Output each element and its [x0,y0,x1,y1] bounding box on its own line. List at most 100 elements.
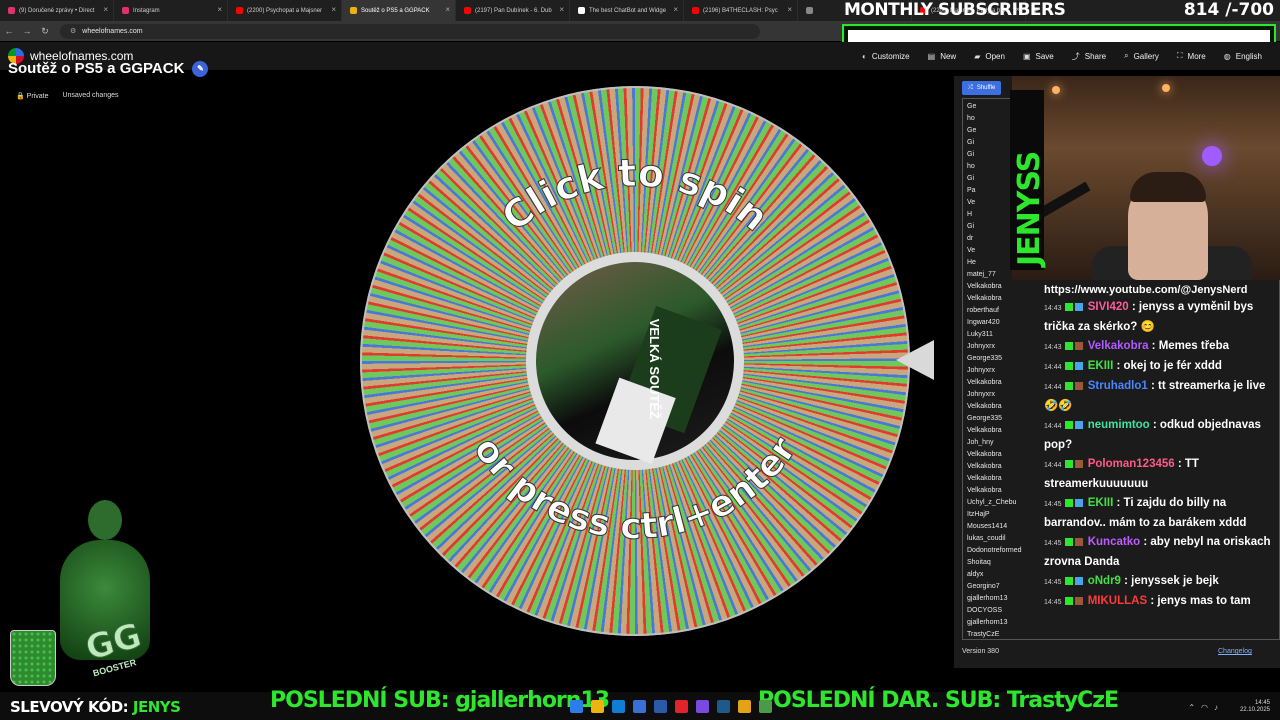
chat-text: : jenyssek je bejk [1120,575,1219,587]
menu-save[interactable]: ▣ Save [1023,52,1054,61]
tab-favicon [464,7,471,14]
subscriber-badge-icon [1064,596,1073,605]
chat-text: : okej to je fér xddd [1113,360,1222,372]
changelog-link[interactable]: Changelog [1218,648,1252,655]
browser-tab[interactable]: Instagram × [114,0,228,21]
chat-message: 14:43 Velkakobra : Memes třeba [1044,337,1276,357]
private-badge[interactable]: 🔒 Private [16,92,48,100]
wheel[interactable]: VELKÁ SOUTĚŽ Click to spin or press ctrl… [360,86,910,636]
chat-badge-icon [1074,537,1083,546]
subscriber-badge-icon [1064,420,1073,429]
menu-label: Open [985,51,1005,61]
subscriber-badge-icon [1064,302,1073,311]
globe-icon: ◍ [1223,51,1231,61]
browser-tab[interactable]: Soutěž o PS5 a GGPACK × [342,0,456,21]
chat-badge-icon [1074,459,1083,468]
windows-start-icon[interactable] [570,700,583,713]
streamer-hair [1130,172,1206,202]
chat-timestamp: 14:44 [1044,384,1062,391]
site-info-icon[interactable]: ⚙ [70,27,76,35]
browser-tab[interactable]: (9) Doručené zprávy • Direct × [0,0,114,21]
palette-icon: ◐ [861,51,867,61]
chat-username[interactable]: oNdr9 [1085,575,1121,587]
save-icon: ▣ [1022,51,1031,61]
menu-label: More [1187,51,1206,61]
tab-favicon [8,7,15,14]
shuffle-button[interactable]: ⤮ Shuffle [962,81,1002,95]
chat-badge-icon [1074,381,1083,390]
app-icon[interactable] [654,700,667,713]
close-icon[interactable]: × [559,5,564,14]
menu-gallery[interactable]: ⌕ Gallery [1124,51,1159,61]
chat-badge-icon [1074,361,1083,370]
file-explorer-icon[interactable] [591,700,604,713]
close-icon[interactable]: × [787,5,792,14]
contest-poster: VELKÁ SOUTĚŽ [526,252,744,470]
unsaved-changes-label: Unsaved changes [62,92,119,99]
tab-label: (2197) Pan Dubínek - 6. Dub [475,7,552,14]
edge-icon[interactable] [612,700,625,713]
chat-timestamp: 14:44 [1044,423,1062,430]
chat-username[interactable]: neumimtoo [1085,419,1150,431]
close-icon[interactable]: × [217,5,222,14]
close-icon[interactable]: × [103,5,108,14]
tab-favicon [578,7,585,14]
app-icon[interactable] [675,700,688,713]
menu-english[interactable]: ◍ English [1224,52,1262,61]
chat-username[interactable]: Velkakobra [1085,340,1149,352]
menu-new[interactable]: ▤ New [928,52,957,61]
forward-icon[interactable]: → [18,26,36,36]
store-icon[interactable] [633,700,646,713]
last-subscriber: POSLEDNÍ SUB: gjallerhorn13 [270,688,610,713]
clock-time: 14:45 [1254,700,1270,706]
chat-username[interactable]: EKIII [1085,497,1114,509]
chat-username[interactable]: EKIII [1085,360,1114,372]
edit-title-icon[interactable]: ✎ [192,61,209,78]
chrome-icon[interactable] [738,700,751,713]
steam-icon[interactable] [717,700,730,713]
page-title-row: Soutěž o PS5 a GGPACK ✎ [8,60,209,78]
mascot-head [88,500,122,540]
browser-tab[interactable]: The best ChatBot and Widge × [570,0,684,21]
chat-timestamp: 14:43 [1044,305,1062,312]
wheel-center-image[interactable]: VELKÁ SOUTĚŽ [526,252,744,470]
close-icon[interactable]: × [445,5,450,14]
tray-chevron-icon[interactable]: ⌃ [1188,703,1195,712]
chat-username[interactable]: MIKULLAS [1085,595,1147,607]
chat-message: 14:44 neumimtoo : odkud objednavas pop? [1044,416,1276,455]
expand-icon: ⛶ [1176,51,1183,60]
menu-open[interactable]: ▰ Open [974,52,1005,61]
menu-share[interactable]: ⤴ Share [1072,51,1106,62]
back-icon[interactable]: ← [0,26,18,36]
menu-more[interactable]: ⛶ More [1177,51,1206,61]
close-icon[interactable]: × [331,5,336,14]
page-title: Soutěž o PS5 a GGPACK [8,60,185,77]
chat-timestamp: 14:43 [1044,344,1062,351]
chat-message: 14:45 EKIII : Ti zajdu do billy na barra… [1044,494,1276,533]
chat-timestamp: 14:45 [1044,579,1062,586]
subscriber-badge-icon [1064,498,1073,507]
reload-icon[interactable]: ↻ [36,26,54,37]
webcam-feed [1012,76,1280,280]
wifi-icon[interactable]: ◠ [1201,703,1208,712]
system-clock[interactable]: 14:45 22.10.2025 [1240,700,1270,714]
chat-username[interactable]: SIVI420 [1085,301,1129,313]
app-icon[interactable] [696,700,709,713]
chat-messages: 14:43 SIVI420 : jenyss a vyměnil bys tri… [1044,298,1276,612]
browser-tab[interactable]: (2197) Pan Dubínek - 6. Dub × [456,0,570,21]
volume-icon[interactable]: ♪ [1214,703,1218,712]
url-field[interactable]: ⚙ wheelofnames.com [60,23,760,39]
chat-username[interactable]: Poloman123456 [1085,458,1175,470]
private-label: Private [26,93,49,100]
clock-date: 22.10.2025 [1239,707,1270,713]
subscriber-badge-icon [1064,459,1073,468]
close-icon[interactable]: × [673,5,678,14]
app-icon[interactable] [759,700,772,713]
browser-tab[interactable]: (2200) Psychopat a Majsner × [228,0,342,21]
chat-message: 14:44 EKIII : okej to je fér xddd [1044,357,1276,377]
chat-username[interactable]: Struhadlo1 [1085,380,1148,392]
menu-label: Save [1035,51,1054,61]
menu-customize[interactable]: ◐ Customize [862,52,910,61]
browser-tab[interactable]: (2196) B4THECLASH: Psyc × [684,0,798,21]
chat-username[interactable]: Kuncatko [1085,536,1140,548]
